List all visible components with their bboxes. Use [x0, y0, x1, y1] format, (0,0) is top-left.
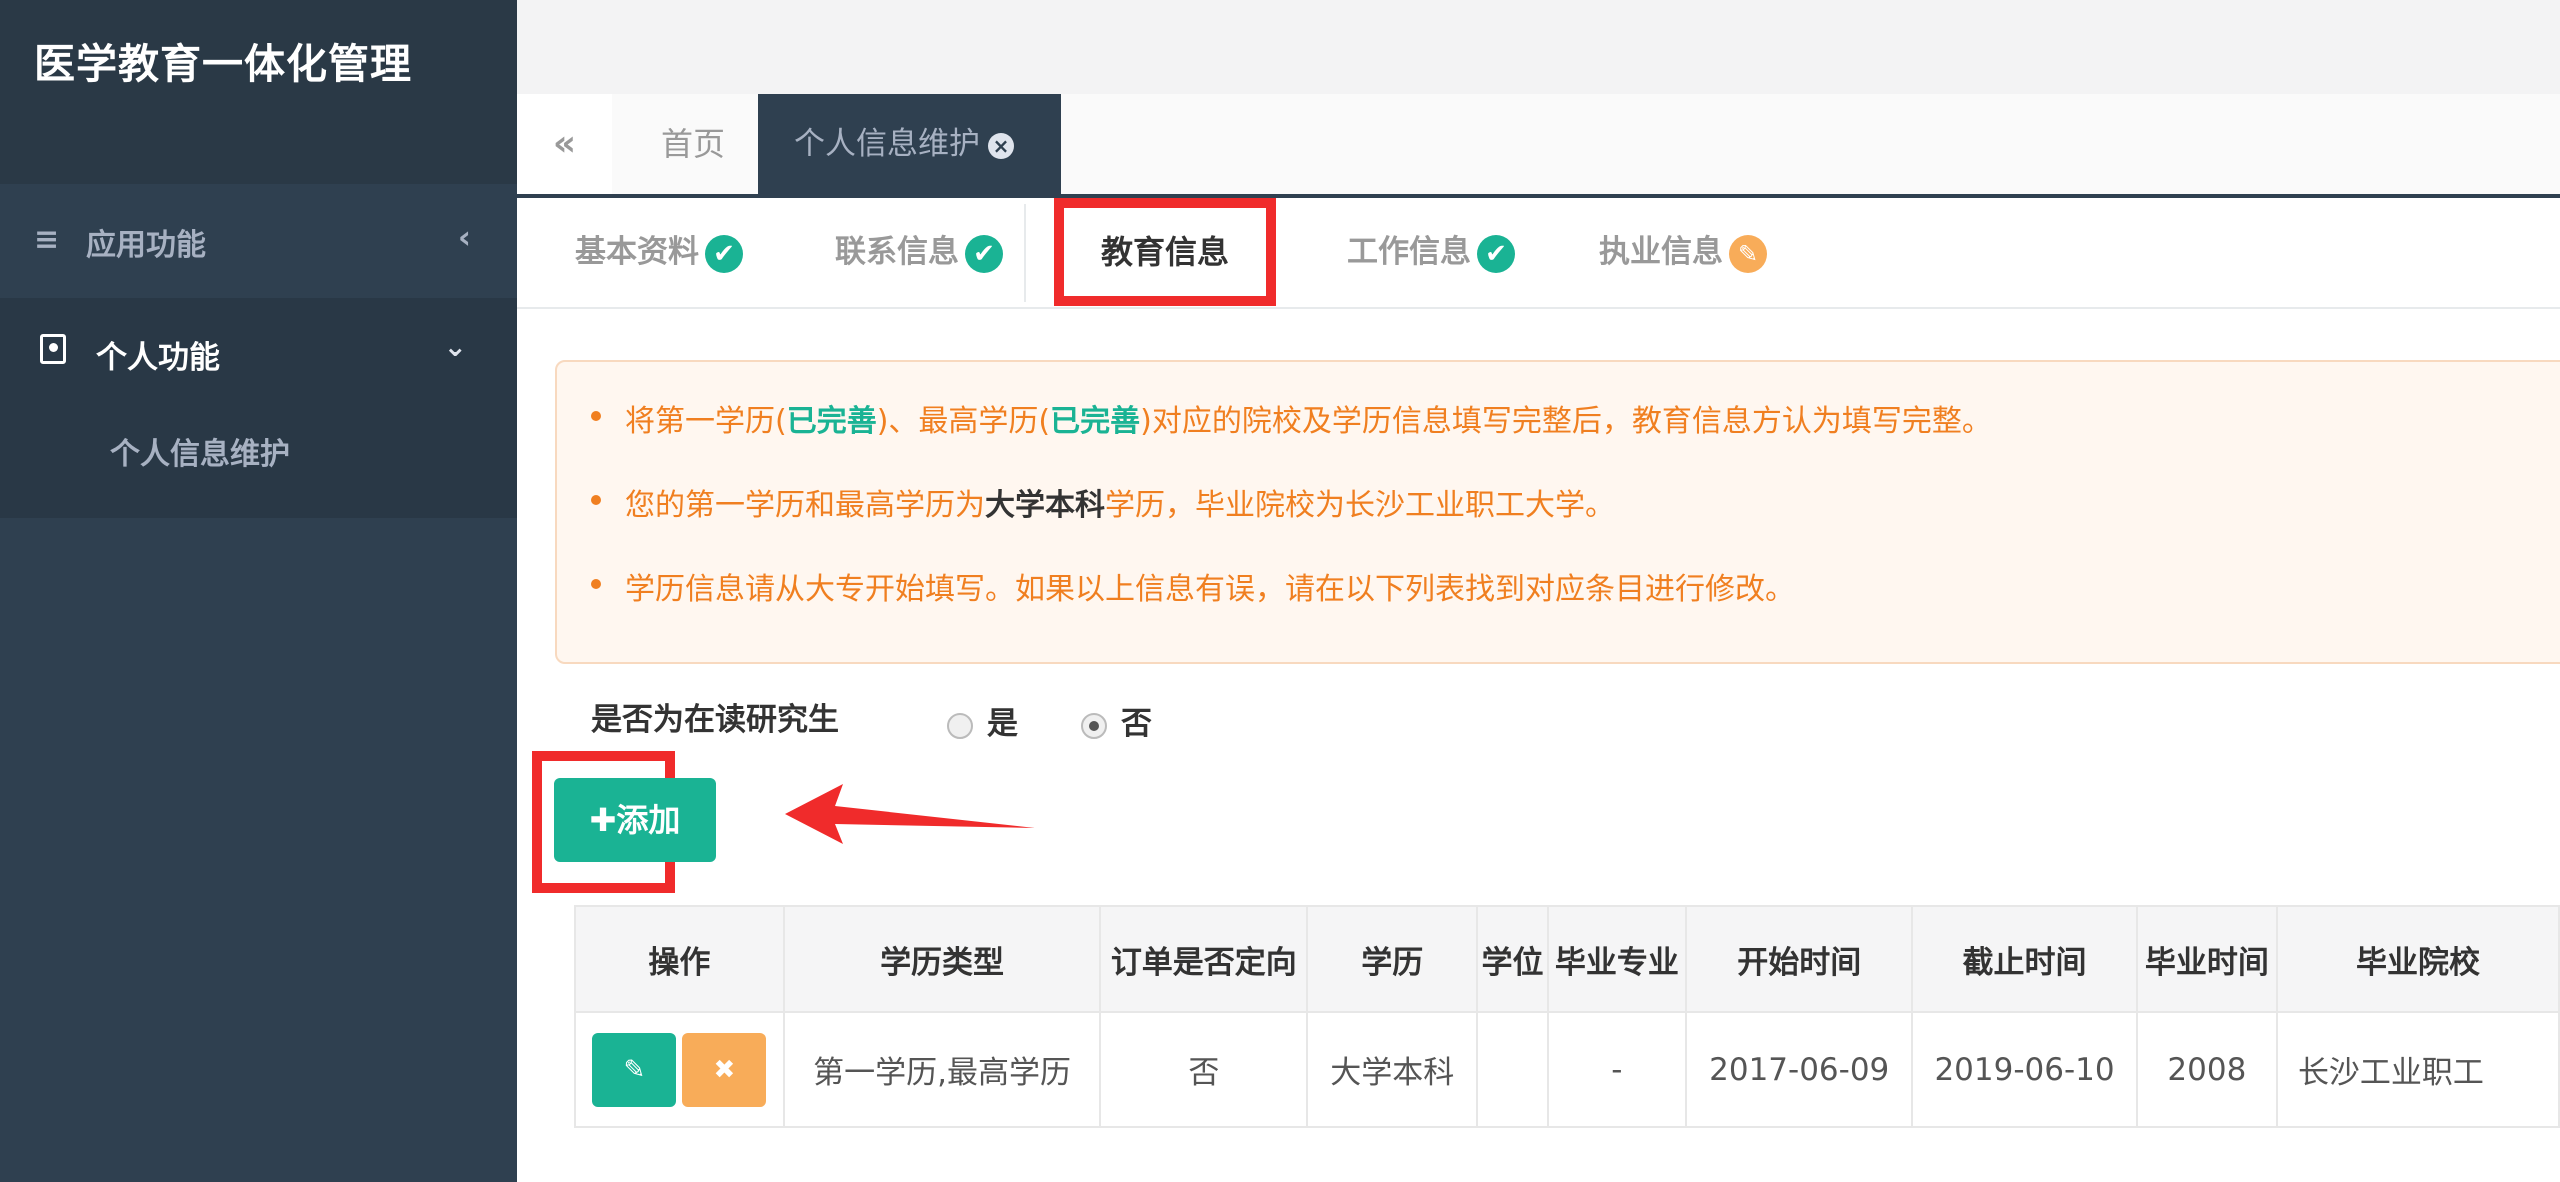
- sidebar-group-personal: 个人功能 ⌄ 个人信息维护: [0, 298, 517, 518]
- cell-end: 2019-06-10: [1911, 1011, 2138, 1128]
- app-title: 医学教育一体化管理: [34, 40, 412, 88]
- education-table: 操作 学历类型 订单是否定向 学历 学位 毕业专业 开始时间 截止时间 毕业时间…: [574, 905, 2560, 1128]
- notice-line-2: 您的第一学历和最高学历为大学本科学历，毕业院校为长沙工业职工大学。: [591, 480, 1615, 524]
- cell-grad-year: 2008: [2135, 1011, 2278, 1128]
- sidebar-item-app-functions[interactable]: ≡ 应用功能 ‹: [0, 184, 517, 298]
- table-header: 学历: [1306, 905, 1479, 1013]
- tabs-back-button[interactable]: «: [517, 94, 613, 194]
- table-header: 毕业时间: [2135, 905, 2278, 1013]
- cell-type: 第一学历,最高学历: [782, 1011, 1102, 1128]
- close-icon[interactable]: ×: [988, 132, 1014, 159]
- user-card-icon: [40, 334, 66, 364]
- cell-directed: 否: [1099, 1011, 1309, 1128]
- top-bar: [517, 0, 2560, 95]
- table-header: 学历类型: [782, 905, 1102, 1013]
- chevron-left-icon: ‹: [457, 218, 471, 256]
- check-icon: ✔: [705, 234, 743, 273]
- sidebar: 医学教育一体化管理 ≡ 应用功能 ‹ 个人功能 ⌄ 个人信息维护: [0, 0, 517, 1182]
- education-notice: 将第一学历(已完善)、最高学历(已完善)对应的院校及学历信息填写完整后，教育信息…: [555, 360, 2560, 664]
- table-header: 开始时间: [1685, 905, 1914, 1013]
- sidebar-item-personal-functions[interactable]: 个人功能 ⌄: [0, 298, 517, 408]
- table-header: 截止时间: [1911, 905, 2138, 1013]
- step-label: 工作信息: [1347, 234, 1471, 270]
- table-header: 操作: [574, 905, 785, 1013]
- sidebar-item-label: 个人功能: [96, 340, 220, 376]
- chevron-down-icon: ⌄: [443, 330, 467, 363]
- check-icon: ✔: [965, 234, 1003, 273]
- content-panel: 基本资料 ✔ 联系信息 ✔ 教育信息 工作信息 ✔ 执业信息 ✎ 将第一学历(已完善)、…: [517, 198, 2560, 1182]
- table-header: 毕业院校: [2275, 905, 2560, 1013]
- step-work-info[interactable]: 工作信息 ✔: [1347, 226, 1515, 273]
- main-area: « 首页 个人信息维护 × 基本资料 ✔ 联系信息 ✔ 教育信息 工作信息 ✔ 执业信息…: [517, 0, 2560, 1182]
- delete-button[interactable]: ✖: [682, 1032, 767, 1107]
- step-education-info[interactable]: 教育信息: [1054, 198, 1276, 306]
- sidebar-subitem-personal-info[interactable]: 个人信息维护: [110, 429, 290, 473]
- tab-label: 个人信息维护: [794, 126, 980, 162]
- cell-major: -: [1546, 1011, 1688, 1128]
- cell-education: 大学本科: [1306, 1011, 1479, 1128]
- radio-yes[interactable]: 是: [947, 698, 1018, 743]
- cell-start: 2017-06-09: [1685, 1011, 1914, 1128]
- radio-circle-selected: [1081, 712, 1107, 739]
- sidebar-item-label: 应用功能: [86, 228, 206, 263]
- step-label: 执业信息: [1599, 234, 1723, 270]
- step-practice-info[interactable]: 执业信息 ✎: [1599, 226, 1767, 273]
- cell-school: 长沙工业职工: [2275, 1011, 2560, 1128]
- add-button[interactable]: ✚添加: [554, 778, 716, 862]
- row-actions: ✎ ✖: [574, 1011, 785, 1128]
- radio-circle: [947, 712, 973, 739]
- bars-icon: ≡: [34, 222, 60, 257]
- radio-no[interactable]: 否: [1081, 698, 1152, 743]
- tab-home[interactable]: 首页: [612, 94, 775, 194]
- edit-button[interactable]: ✎: [592, 1032, 677, 1107]
- step-label: 基本资料: [575, 234, 699, 270]
- table-header: 学位: [1476, 905, 1549, 1013]
- step-contact-info[interactable]: 联系信息 ✔: [835, 226, 1003, 273]
- brand-header: 医学教育一体化管理: [0, 0, 517, 184]
- table-header-row: 操作 学历类型 订单是否定向 学历 学位 毕业专业 开始时间 截止时间 毕业时间…: [574, 905, 2560, 1013]
- cell-degree: [1476, 1011, 1549, 1128]
- check-icon: ✔: [1477, 234, 1515, 273]
- page-tabs: « 首页 个人信息维护 ×: [517, 94, 2560, 198]
- red-arrow-icon: [785, 784, 1035, 844]
- tab-personal-info[interactable]: 个人信息维护 ×: [758, 94, 1061, 194]
- notice-line-3: 学历信息请从大专开始填写。如果以上信息有误，请在以下列表找到对应条目进行修改。: [591, 564, 1795, 608]
- table-header: 订单是否定向: [1099, 905, 1309, 1013]
- notice-line-1: 将第一学历(已完善)、最高学历(已完善)对应的院校及学历信息填写完整后，教育信息…: [591, 396, 1992, 440]
- step-basic-info[interactable]: 基本资料 ✔: [575, 226, 743, 273]
- step-divider: [1024, 204, 1026, 302]
- pencil-icon: ✎: [1729, 234, 1767, 273]
- table-header: 毕业专业: [1546, 905, 1688, 1013]
- table-row: ✎ ✖ 第一学历,最高学历 否 大学本科 - 2017-06-09 2019-06…: [574, 1011, 2560, 1128]
- step-label: 联系信息: [835, 234, 959, 270]
- graduate-student-label: 是否为在读研究生: [591, 702, 839, 738]
- form-steps: 基本资料 ✔ 联系信息 ✔ 教育信息 工作信息 ✔ 执业信息 ✎: [517, 198, 2560, 309]
